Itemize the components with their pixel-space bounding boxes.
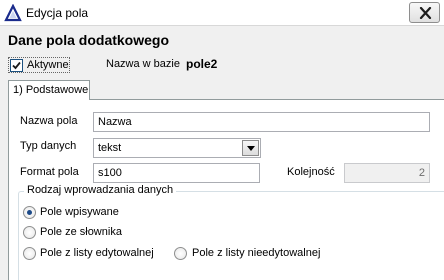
radio-noneditable-list[interactable]	[174, 247, 187, 260]
radio-typed[interactable]	[23, 206, 36, 219]
db-name-label: Nazwa w bazie	[106, 58, 180, 70]
radio-dictionary[interactable]	[23, 226, 36, 239]
close-button[interactable]	[409, 2, 440, 23]
title-bar: Edycja pola	[0, 0, 444, 26]
data-type-value: tekst	[98, 142, 122, 154]
input-mode-group-title: Rodzaj wprowadzania danych	[24, 184, 177, 196]
triangle-delta-icon	[4, 3, 22, 22]
data-type-label: Typ danych	[20, 140, 77, 152]
radio-editable-list[interactable]	[23, 247, 36, 260]
db-name-value: pole2	[186, 57, 218, 71]
radio-editable-list-label[interactable]: Pole z listy edytowalnej	[40, 247, 154, 259]
active-checkbox[interactable]	[10, 59, 23, 72]
radio-noneditable-list-label[interactable]: Pole z listy nieedytowalnej	[192, 247, 320, 259]
field-format-input[interactable]: s100	[93, 163, 260, 183]
checkmark-icon	[12, 61, 21, 70]
radio-selected-dot	[27, 210, 32, 215]
field-name-label: Nazwa pola	[20, 115, 78, 127]
active-checkbox-label: Aktywne	[27, 59, 69, 71]
radio-typed-label[interactable]: Pole wpisywane	[40, 206, 119, 218]
page-title: Dane pola dodatkowego	[8, 32, 170, 48]
field-name-input[interactable]: Nazwa	[93, 112, 430, 132]
data-type-dropdown-button[interactable]	[242, 140, 259, 156]
window-title: Edycja pola	[26, 6, 89, 20]
tab-basic[interactable]: 1) Podstawowe	[8, 80, 90, 100]
active-checkbox-field[interactable]: Aktywne	[8, 57, 70, 73]
field-format-label: Format pola	[20, 166, 79, 178]
order-input: 2	[344, 163, 430, 183]
data-type-select[interactable]: tekst	[93, 138, 261, 158]
order-label: Kolejność	[287, 166, 335, 178]
radio-dictionary-label[interactable]: Pole ze słownika	[40, 226, 122, 238]
close-icon	[419, 7, 432, 19]
chevron-down-icon	[247, 146, 255, 151]
